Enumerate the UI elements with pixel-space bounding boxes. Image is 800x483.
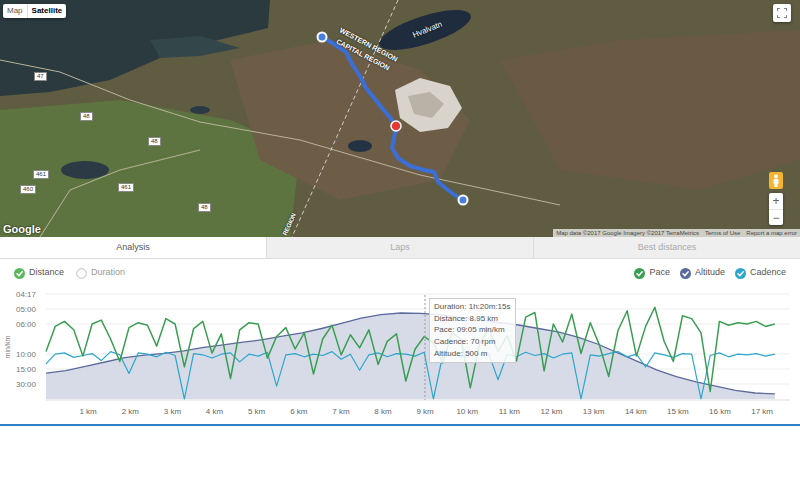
option-mark xyxy=(76,268,87,279)
road-number: 461 xyxy=(33,170,49,179)
x-tick-label: 12 km xyxy=(541,407,563,416)
x-tick-label: 7 km xyxy=(332,407,350,416)
option-label: Duration xyxy=(91,266,125,280)
google-logo: Google xyxy=(3,223,41,236)
tab[interactable]: Best distances xyxy=(533,237,800,258)
x-tick-label: 2 km xyxy=(122,407,140,416)
road-number: 460 xyxy=(20,185,36,194)
toggle-mark xyxy=(680,268,691,279)
x-tick-label: 1 km xyxy=(79,407,97,416)
altitude-area xyxy=(46,313,775,399)
pegman-icon xyxy=(772,174,780,187)
check-icon xyxy=(14,268,25,279)
zoom-control: +− xyxy=(769,193,783,225)
route-map[interactable]: WESTERN REGIONCAPITAL REGIONHvalvatnREGI… xyxy=(0,0,800,237)
y-tick-label: 05:00 xyxy=(16,305,37,314)
x-tick-label: 14 km xyxy=(625,407,647,416)
tooltip-line: Pace: 09:05 min/km xyxy=(434,324,511,336)
x-tick-label: 16 km xyxy=(709,407,731,416)
tooltip-line: Distance: 8.95 km xyxy=(434,313,511,325)
x-tick-label: 11 km xyxy=(499,407,521,416)
x-tick-label: 8 km xyxy=(374,407,392,416)
option-label: Distance xyxy=(29,266,64,280)
radio-icon xyxy=(76,268,87,279)
grid-line xyxy=(46,309,790,310)
toggle-label: Altitude xyxy=(695,266,725,280)
x-tick-label: 6 km xyxy=(290,407,308,416)
x-axis-options: Distance Duration xyxy=(14,266,125,280)
tooltip-line: Duration: 1h:20m:15s xyxy=(434,301,511,313)
check-icon xyxy=(634,268,645,279)
x-tick-label: 10 km xyxy=(456,407,478,416)
tab-label: Analysis xyxy=(116,241,150,255)
altitude-line xyxy=(46,313,775,394)
hover-line xyxy=(425,295,426,400)
grid-line xyxy=(46,293,790,294)
tab-label: Laps xyxy=(390,241,410,255)
tab-bar: Analysis Laps Best distances xyxy=(0,237,800,259)
position-marker[interactable] xyxy=(391,121,401,131)
end-marker[interactable] xyxy=(459,196,468,205)
x-axis-line xyxy=(46,400,790,401)
y-tick-label: 10:00 xyxy=(16,350,37,359)
tooltip-line: Altitude: 500 m xyxy=(434,348,511,360)
x-tick-label: 3 km xyxy=(164,407,182,416)
x-tick-label: 5 km xyxy=(248,407,266,416)
x-tick-label: 15 km xyxy=(667,407,689,416)
series-toggle[interactable]: Pace xyxy=(634,266,670,280)
x-tick-label: 17 km xyxy=(751,407,773,416)
map-attribution: Map data ©2017 Google Imagery ©2017 Terr… xyxy=(553,229,800,237)
check-icon xyxy=(680,268,691,279)
y-tick-label: 15:00 xyxy=(16,365,37,374)
analysis-chart[interactable]: 04:17 05:00 06:00 10:00 15:00 30:00 min/km 1 km… xyxy=(0,287,800,424)
series-toggle[interactable]: Altitude xyxy=(680,266,725,280)
satellite-imagery xyxy=(0,0,800,237)
road-number: 47 xyxy=(34,72,47,81)
toggle-mark xyxy=(634,268,645,279)
road-number: 48 xyxy=(80,112,93,121)
fullscreen-icon xyxy=(777,8,787,18)
fullscreen-button[interactable] xyxy=(773,4,791,22)
y-tick-label: 30:00 xyxy=(16,380,37,389)
option-mark xyxy=(14,268,25,279)
street-view-button[interactable] xyxy=(769,172,783,189)
chart-legend: Distance Duration Pace Altitude Cadence xyxy=(0,259,800,287)
x-tick-label: 9 km xyxy=(416,407,434,416)
cadence-line xyxy=(46,352,775,399)
start-marker[interactable] xyxy=(318,33,327,42)
tooltip-line: Cadence: 70 rpm xyxy=(434,336,511,348)
map-type-button[interactable]: Map xyxy=(3,4,27,18)
x-axis-option[interactable]: Distance xyxy=(14,266,64,280)
zoom-out-button[interactable]: − xyxy=(769,209,783,225)
check-icon xyxy=(735,268,746,279)
toggle-label: Pace xyxy=(649,266,670,280)
y-axis-title: min/km xyxy=(4,336,11,359)
attribution-text: Map data ©2017 Google Imagery ©2017 Terr… xyxy=(556,229,699,237)
chart-canvas: 04:17 05:00 06:00 10:00 15:00 30:00 min/km 1 km… xyxy=(0,287,800,424)
series-toggle[interactable]: Cadence xyxy=(735,266,786,280)
toggle-label: Cadence xyxy=(750,266,786,280)
map-type-control: MapSatellite xyxy=(3,4,66,18)
x-tick-label: 4 km xyxy=(206,407,224,416)
x-tick-label: 13 km xyxy=(583,407,605,416)
route-overlay xyxy=(0,0,800,237)
divider-line xyxy=(0,424,800,426)
attribution-link[interactable]: Terms of Use xyxy=(705,229,740,237)
road-number: 48 xyxy=(198,203,211,212)
map-type-button[interactable]: Satellite xyxy=(27,4,67,18)
y-tick-label: 04:17 xyxy=(16,290,37,299)
y-tick-label: 06:00 xyxy=(16,320,37,329)
tab[interactable]: Analysis xyxy=(0,237,266,258)
tab[interactable]: Laps xyxy=(266,237,533,258)
tab-label: Best distances xyxy=(638,241,697,255)
road-number: 461 xyxy=(118,183,134,192)
pace-line xyxy=(46,307,775,391)
chart-tooltip: Duration: 1h:20m:15sDistance: 8.95 kmPac… xyxy=(429,298,516,363)
x-axis-option[interactable]: Duration xyxy=(76,266,125,280)
road-number: 48 xyxy=(148,137,161,146)
toggle-mark xyxy=(735,268,746,279)
zoom-in-button[interactable]: + xyxy=(769,193,783,209)
series-toggles: Pace Altitude Cadence xyxy=(634,266,786,280)
attribution-link[interactable]: Report a map error xyxy=(746,229,797,237)
